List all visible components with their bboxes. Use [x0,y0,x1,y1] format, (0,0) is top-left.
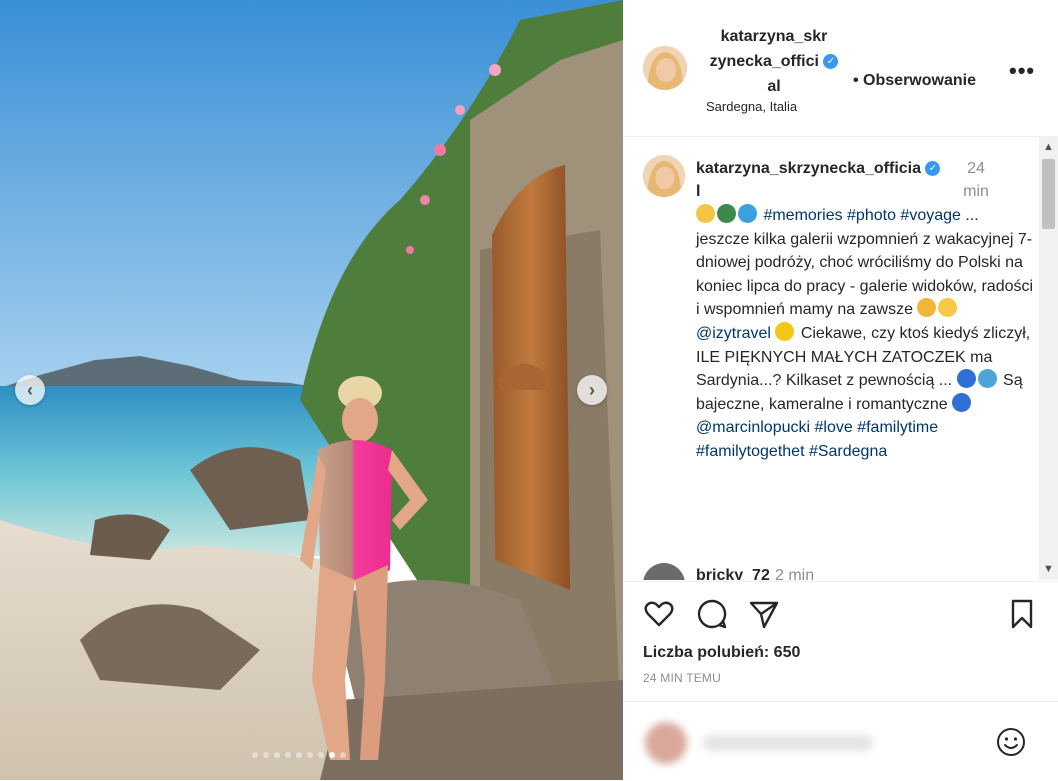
chevron-left-icon: ‹ [27,379,33,400]
wave-emoji-icon [738,204,757,223]
avatar-image [643,155,685,197]
carousel-dots [252,752,346,758]
mention-link[interactable]: @izytravel [696,325,771,342]
blue-heart-emoji-icon [956,369,976,389]
caption-username-line: l [696,183,701,200]
bookmark-icon[interactable] [1005,597,1039,631]
verified-icon: ✓ [925,161,941,177]
caption-time-line: 24 [967,160,985,177]
post-actions: Liczba polubień: 650 24 MIN TEMU [623,581,1058,702]
compass-emoji-icon [696,204,715,223]
hashtags[interactable]: #memories #photo #voyage [763,207,960,224]
carousel-dot [263,752,269,758]
carousel-dot [307,752,313,758]
blurred-avatar [645,722,687,764]
carousel-dot [296,752,302,758]
comment-time: 2 min [775,567,815,580]
post-header: katarzyna_skr zynecka_offici ✓ al • Obse… [623,0,1058,137]
caption-scrollbar[interactable]: ▲ ▼ [1039,137,1058,580]
comment-icon[interactable] [695,597,729,631]
caption-username-line: katarzyna_skrzynecka_officia [696,160,922,177]
scroll-up-icon[interactable]: ▲ [1039,139,1058,156]
heart-icon[interactable] [642,597,676,631]
globe-emoji-icon [717,204,736,223]
prev-photo-button[interactable]: ‹ [15,375,45,405]
dolphin-emoji-icon [977,369,997,389]
carousel-dot [340,752,346,758]
verified-icon: ✓ [823,54,839,70]
scroll-down-icon[interactable]: ▼ [1039,561,1058,578]
smile-icon[interactable] [995,726,1027,758]
scrollbar-thumb[interactable] [1042,159,1055,229]
post-time: 24 MIN TEMU [643,671,721,685]
caption-time-line: min [963,183,989,200]
caption-avatar[interactable] [643,155,685,197]
avatar-image [643,46,687,90]
share-icon[interactable] [747,597,781,631]
comment-avatar[interactable] [643,563,685,580]
carousel-dot [285,752,291,758]
username-line: al [767,78,781,95]
username[interactable]: katarzyna_skr zynecka_offici ✓ al [708,24,840,99]
next-photo-button[interactable]: › [577,375,607,405]
carousel-dot-active [329,752,335,758]
carousel-dot [318,752,324,758]
avatar[interactable] [643,46,687,90]
likes-count[interactable]: Liczba polubień: 650 [643,644,800,662]
username-line: zynecka_offici [709,53,819,70]
caption-time[interactable]: 24 min [956,157,996,203]
username-line: katarzyna_skr [720,28,828,45]
blue-heart-emoji-icon [952,392,972,412]
caption-username[interactable]: katarzyna_skrzynecka_officia ✓ l [696,157,958,203]
location-link[interactable]: Sardegna, Italia [706,99,797,114]
sun-emoji-icon [775,321,795,341]
hashtags[interactable]: @marcinlopucki #love #familytime #family… [696,419,938,460]
comment-username[interactable]: bricky_72 [696,567,770,580]
following-button[interactable]: • Obserwowanie [853,72,976,90]
post-side-panel: katarzyna_skr zynecka_offici ✓ al • Obse… [623,0,1058,780]
thumbs-up-emoji-icon [917,298,937,318]
caption-text: #memories #photo #voyage ... jeszcze kil… [696,204,1036,464]
blurred-comment-input[interactable] [703,735,873,751]
smile-emoji-icon [938,298,958,318]
carousel-dot [252,752,258,758]
add-comment-bar[interactable] [623,701,1058,781]
chevron-right-icon: › [589,379,595,400]
caption-scroll-area[interactable]: katarzyna_skrzynecka_officia ✓ l 24 min … [623,137,1039,580]
carousel-dot [274,752,280,758]
post-photo[interactable]: ‹ › [0,0,623,780]
beach-photo [0,0,623,780]
more-icon[interactable]: ••• [1009,58,1035,84]
